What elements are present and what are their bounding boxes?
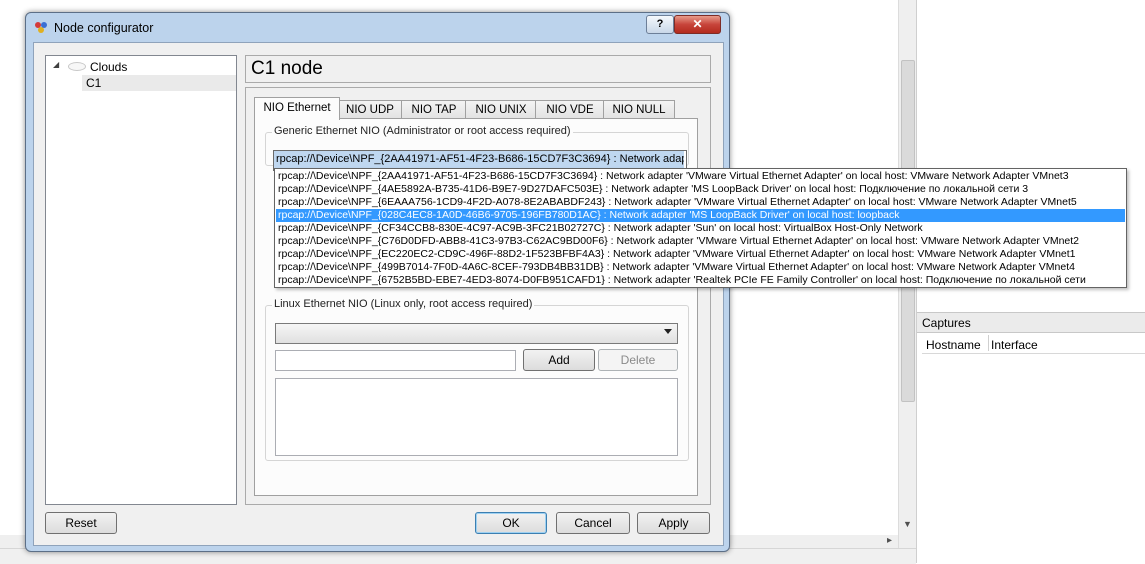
ok-button[interactable]: OK xyxy=(475,512,547,534)
tab-nio-vde[interactable]: NIO VDE xyxy=(535,100,605,119)
column-interface[interactable]: Interface xyxy=(991,338,1038,352)
dropdown-option[interactable]: rpcap://\Device\NPF_{C76D0DFD-ABB8-41C3-… xyxy=(276,235,1125,248)
node-title-frame: C1 node xyxy=(245,55,711,83)
dropdown-option[interactable]: rpcap://\Device\NPF_{EC220EC2-CD9C-496F-… xyxy=(276,248,1125,261)
dialog-body: ◢ Clouds C1 C1 node NIO Ethernet NIO UDP… xyxy=(33,42,724,546)
tab-nio-unix[interactable]: NIO UNIX xyxy=(465,100,537,119)
captures-title: Captures xyxy=(922,316,971,330)
linux-nio-list[interactable] xyxy=(275,378,678,456)
dropdown-option[interactable]: rpcap://\Device\NPF_{2AA41971-AF51-4F23-… xyxy=(276,170,1125,183)
tab-nio-ethernet[interactable]: NIO Ethernet xyxy=(254,97,340,120)
expand-arrow-icon[interactable]: ◢ xyxy=(53,60,59,69)
cloud-icon xyxy=(68,62,86,71)
apply-button[interactable]: Apply xyxy=(637,512,710,534)
scroll-right-arrow-icon[interactable]: ▸ xyxy=(887,535,892,546)
close-button[interactable]: ✕ xyxy=(674,15,721,34)
linux-interface-input[interactable] xyxy=(275,350,516,371)
app-logo-icon xyxy=(35,22,47,33)
tree-item-c1[interactable]: C1 xyxy=(82,75,236,91)
captures-table-header: Hostname Interface xyxy=(922,333,1145,354)
tab-nio-null[interactable]: NIO NULL xyxy=(603,100,675,119)
tree-item-clouds[interactable]: Clouds xyxy=(90,59,127,75)
tab-nio-udp[interactable]: NIO UDP xyxy=(337,100,403,119)
node-title: C1 node xyxy=(251,58,323,79)
dropdown-option[interactable]: rpcap://\Device\NPF_{6EAAA756-1CD9-4F2D-… xyxy=(276,196,1125,209)
tab-nio-tap[interactable]: NIO TAP xyxy=(401,100,467,119)
dropdown-option[interactable]: rpcap://\Device\NPF_{499B7014-7F0D-4A6C-… xyxy=(276,261,1125,274)
help-button[interactable]: ? xyxy=(646,15,674,34)
linux-ethernet-group-title: Linux Ethernet NIO (Linux only, root acc… xyxy=(272,298,535,310)
add-button[interactable]: Add xyxy=(523,349,595,371)
dropdown-option[interactable]: rpcap://\Device\NPF_{4AE5892A-B735-41D6-… xyxy=(276,183,1125,196)
column-hostname[interactable]: Hostname xyxy=(926,338,981,352)
scroll-down-arrow-icon[interactable]: ▼ xyxy=(903,519,912,529)
delete-button[interactable]: Delete xyxy=(598,349,678,371)
linux-ethernet-group: Linux Ethernet NIO (Linux only, root acc… xyxy=(265,298,689,461)
generic-ethernet-dropdown-list: rpcap://\Device\NPF_{2AA41971-AF51-4F23-… xyxy=(274,168,1127,288)
chevron-down-icon xyxy=(664,329,672,334)
dropdown-option[interactable]: rpcap://\Device\NPF_{CF34CCB8-830E-4C97-… xyxy=(276,222,1125,235)
cancel-button[interactable]: Cancel xyxy=(556,512,630,534)
dropdown-option[interactable]: rpcap://\Device\NPF_{6752B5BD-EBE7-4ED3-… xyxy=(276,274,1125,287)
linux-interface-combo[interactable] xyxy=(275,323,678,344)
dialog-title: Node configurator xyxy=(54,21,154,35)
generic-ethernet-selected-value: rpcap://\Device\NPF_{2AA41971-AF51-4F23-… xyxy=(274,151,684,168)
dropdown-option-highlighted[interactable]: rpcap://\Device\NPF_{028C4EC8-1A0D-46B6-… xyxy=(276,209,1125,222)
captures-panel-header: Captures xyxy=(917,312,1145,333)
column-separator xyxy=(988,335,989,351)
reset-button[interactable]: Reset xyxy=(45,512,117,534)
dialog-titlebar[interactable]: Node configurator ? ✕ xyxy=(26,13,729,41)
node-tree: ◢ Clouds C1 xyxy=(45,55,237,505)
generic-ethernet-group-title: Generic Ethernet NIO (Administrator or r… xyxy=(272,125,573,137)
